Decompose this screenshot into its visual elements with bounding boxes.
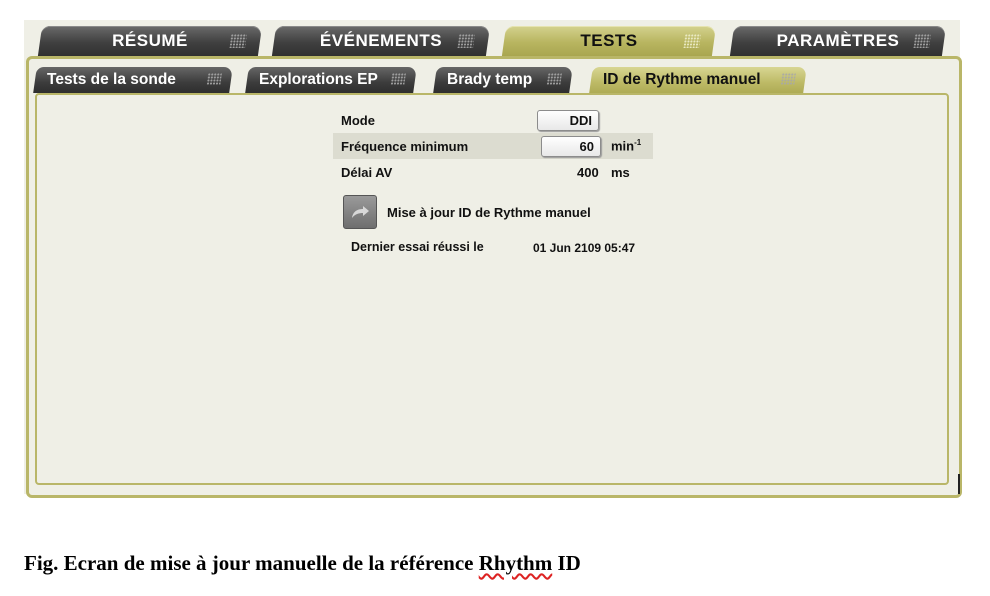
av-value: 400 bbox=[577, 164, 599, 180]
grip-icon bbox=[206, 73, 222, 85]
tab-label: TESTS bbox=[580, 31, 638, 50]
tab-tests[interactable]: TESTS bbox=[501, 26, 717, 56]
grip-icon bbox=[229, 34, 247, 48]
tab-label: PARAMÈTRES bbox=[776, 31, 900, 50]
freq-label: Fréquence minimum bbox=[341, 138, 469, 154]
tab-parametres[interactable]: PARAMÈTRES bbox=[729, 26, 947, 56]
tab-resume[interactable]: RÉSUMÉ bbox=[37, 26, 263, 56]
last-test-value: 01 Jun 2109 05:47 bbox=[533, 241, 636, 255]
tab-label: RÉSUMÉ bbox=[112, 31, 188, 50]
subtab-id-rythme-manuel[interactable]: ID de Rythme manuel bbox=[589, 67, 807, 93]
grip-icon bbox=[457, 34, 475, 48]
subtab-tests-sonde[interactable]: Tests de la sonde bbox=[33, 67, 233, 93]
subtab-label: ID de Rythme manuel bbox=[603, 71, 761, 88]
mode-label: Mode bbox=[341, 112, 375, 128]
av-label: Délai AV bbox=[341, 164, 393, 180]
av-row: Délai AV 400 ms bbox=[333, 159, 653, 185]
main-tab-bar: RÉSUMÉ ÉVÉNEMENTS TESTS PARAMÈTRES bbox=[37, 26, 958, 56]
subtab-brady-temp[interactable]: Brady temp bbox=[433, 67, 573, 93]
rythme-id-content: Mode DDI Fréquence minimum 60 min-1 Déla… bbox=[35, 93, 949, 485]
subtab-explorations-ep[interactable]: Explorations EP bbox=[245, 67, 417, 93]
subtab-label: Tests de la sonde bbox=[47, 71, 176, 88]
grip-icon bbox=[780, 73, 796, 85]
grip-icon bbox=[390, 73, 406, 85]
av-unit: ms bbox=[611, 164, 630, 180]
mode-value-button[interactable]: DDI bbox=[537, 109, 599, 131]
grip-icon bbox=[683, 34, 701, 48]
update-label: Mise à jour ID de Rythme manuel bbox=[387, 205, 591, 220]
update-button[interactable] bbox=[343, 195, 377, 229]
programmer-screen: RÉSUMÉ ÉVÉNEMENTS TESTS PARAMÈTRES Tests… bbox=[24, 20, 962, 498]
freq-unit: min-1 bbox=[611, 138, 642, 154]
tab-label: ÉVÉNEMENTS bbox=[319, 31, 443, 50]
grip-icon bbox=[546, 73, 562, 85]
freq-value-button[interactable]: 60 bbox=[541, 135, 601, 157]
grip-icon bbox=[913, 34, 931, 48]
tests-panel: Tests de la sonde Explorations EP Brady … bbox=[26, 56, 962, 498]
sub-tab-bar: Tests de la sonde Explorations EP Brady … bbox=[33, 67, 935, 93]
mode-row: Mode DDI bbox=[333, 107, 653, 133]
freq-row: Fréquence minimum 60 min-1 bbox=[333, 133, 653, 159]
mode-value: DDI bbox=[569, 112, 592, 128]
subtab-label: Explorations EP bbox=[259, 71, 378, 88]
figure-caption: Fig. Ecran de mise à jour manuelle de la… bbox=[24, 551, 581, 575]
tab-evenements[interactable]: ÉVÉNEMENTS bbox=[271, 26, 491, 56]
subtab-label: Brady temp bbox=[447, 71, 533, 88]
last-test-label: Dernier essai réussi le bbox=[351, 240, 484, 254]
edge-line bbox=[958, 474, 960, 494]
arrow-icon bbox=[352, 206, 369, 218]
freq-value: 60 bbox=[579, 138, 594, 154]
